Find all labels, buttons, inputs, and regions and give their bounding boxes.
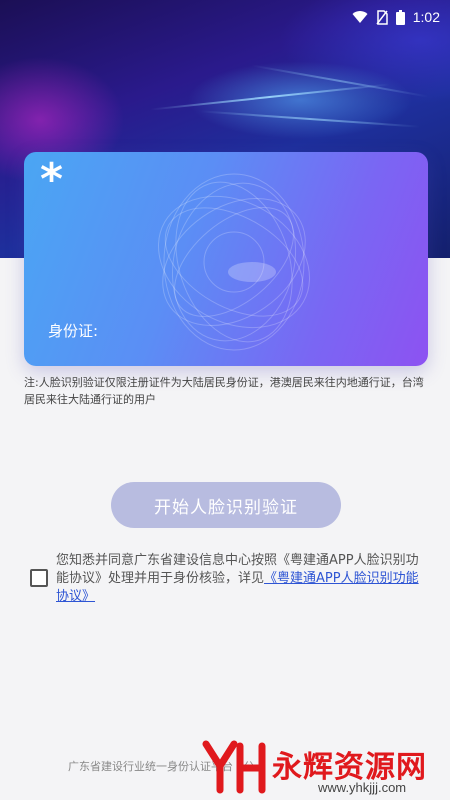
asterisk-icon: *: [40, 154, 64, 205]
no-sim-icon: [376, 9, 388, 25]
id-card: * 身份证:: [24, 152, 428, 366]
hero-light-streak: [200, 110, 420, 128]
watermark-logo-icon: [202, 740, 266, 794]
status-bar: 1:02: [0, 0, 450, 34]
face-scan-illustration: [158, 173, 310, 351]
agreement-checkbox[interactable]: [30, 569, 48, 587]
hero-light-streak: [150, 83, 390, 111]
wifi-icon: [352, 11, 368, 23]
agreement-row: 您知悉并同意广东省建设信息中心按照《粤建通APP人脸识别功能协议》处理并用于身份…: [30, 552, 430, 606]
agreement-text-middle: 处理并用于身份核验，详见: [108, 571, 265, 586]
watermark: 永辉资源网 www.yhkjjj.com: [200, 738, 450, 800]
eligibility-note: 注:人脸识别验证仅限注册证件为大陆居民身份证，港澳居民来往内地通行证，台湾居民来…: [24, 376, 424, 406]
status-time: 1:02: [412, 9, 440, 25]
battery-icon: [395, 9, 405, 25]
start-face-verification-button[interactable]: 开始人脸识别验证: [111, 482, 341, 528]
watermark-url: www.yhkjjj.com: [318, 780, 407, 795]
agreement-text: 您知悉并同意广东省建设信息中心按照《粤建通APP人脸识别功能协议》处理并用于身份…: [56, 552, 422, 606]
hero-light-streak: [251, 64, 429, 98]
id-card-label: 身份证:: [48, 322, 99, 340]
agreement-text-before: 您知悉并同意广东省建设信息中心按照: [56, 553, 278, 568]
